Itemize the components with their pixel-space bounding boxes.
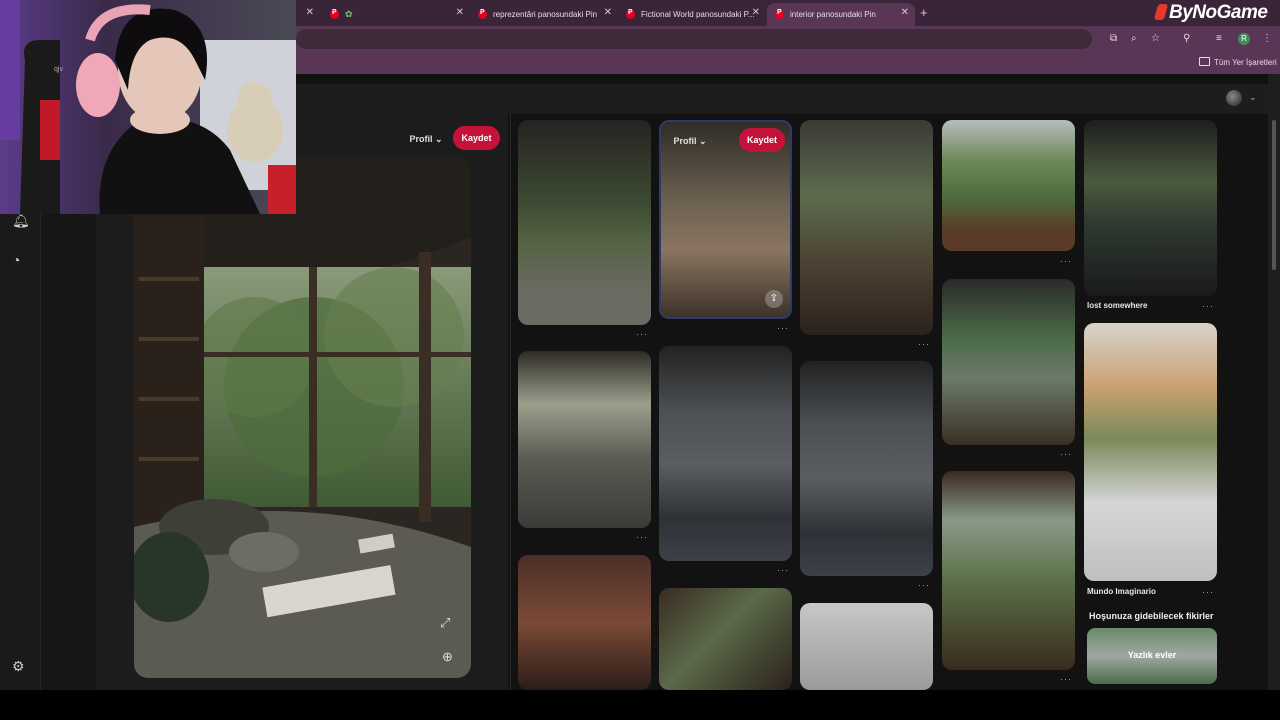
install-app-icon[interactable]: ⧉ xyxy=(1110,33,1117,44)
pin-tile-forest-bedroom[interactable] xyxy=(942,279,1075,445)
close-tab-icon[interactable]: ✕ xyxy=(901,7,909,18)
tab-pinterest-plant[interactable]: ✿ ✕ xyxy=(322,3,470,26)
pin-tile-car-road[interactable] xyxy=(1084,120,1217,296)
letterbox-bar xyxy=(0,690,1280,720)
expand-icon[interactable]: ⤢ xyxy=(440,615,450,631)
idea-card-label: Yazlık evler xyxy=(1127,650,1177,660)
more-options-icon[interactable]: ··· xyxy=(636,329,648,339)
more-options-icon[interactable]: ··· xyxy=(636,532,648,542)
visual-search-icon[interactable]: ⊕ xyxy=(442,649,453,665)
more-options-icon[interactable]: ··· xyxy=(777,323,789,333)
settings-gear-icon[interactable]: ⚙ xyxy=(12,658,25,675)
tab-label: reprezentări panosundaki Pin xyxy=(493,10,598,19)
tab-interior[interactable]: interior panosundaki Pin ✕ xyxy=(767,3,915,26)
folder-icon xyxy=(1199,57,1210,66)
pin-save-button[interactable]: Kaydet xyxy=(453,126,500,150)
pin-tile-lamp-room[interactable] xyxy=(518,555,651,690)
more-options-icon[interactable]: ··· xyxy=(777,565,789,575)
more-options-icon[interactable]: ··· xyxy=(1060,256,1072,266)
pin-tile-treehouse-bed[interactable] xyxy=(518,120,651,325)
share-icon[interactable]: ⇪ xyxy=(765,290,783,308)
scrollbar-thumb[interactable] xyxy=(1272,120,1276,270)
close-tab-icon[interactable]: ✕ xyxy=(306,7,314,18)
bynogame-logo: ByNoGame xyxy=(1153,2,1268,24)
close-tab-icon[interactable]: ✕ xyxy=(752,7,760,18)
more-options-icon[interactable]: ··· xyxy=(1202,301,1214,311)
pin-tile-rainy-city-bed-2[interactable] xyxy=(800,361,933,576)
more-options-icon[interactable]: ··· xyxy=(918,339,930,349)
bookmark-star-icon[interactable]: ☆ xyxy=(1151,33,1160,44)
zoom-icon[interactable]: ⌕ xyxy=(1131,33,1137,44)
plant-icon: ✿ xyxy=(345,9,353,19)
tab-partial[interactable]: ✕ xyxy=(292,3,320,26)
pin-tile-foggy-forest[interactable] xyxy=(800,603,933,690)
tab-label: Fictional World panosundaki P... xyxy=(641,10,755,19)
pin-main-image: ⤢ ⊕ xyxy=(134,157,471,678)
close-tab-icon[interactable]: ✕ xyxy=(604,7,612,18)
webcam-overlay-text: qjv xyxy=(54,66,63,73)
pin-tile-mountain-balcony[interactable] xyxy=(942,471,1075,670)
tile-save-button[interactable]: Kaydet xyxy=(739,128,785,152)
pin-tile-sunrise-bed[interactable] xyxy=(1084,323,1217,581)
pin-caption[interactable]: lost somewhere xyxy=(1087,301,1147,310)
pin-tile-cozy-window-bed[interactable] xyxy=(518,351,651,528)
pin-tile-attic-window[interactable] xyxy=(659,588,792,690)
address-bar[interactable] xyxy=(296,29,1092,49)
bynogame-mark-icon xyxy=(1153,4,1169,20)
pinterest-favicon-icon xyxy=(775,9,784,19)
extensions-icon[interactable]: ⚲ xyxy=(1183,33,1190,44)
pin-caption[interactable]: Mundo Imaginario xyxy=(1087,587,1156,596)
pinterest-favicon-icon xyxy=(478,9,487,19)
tab-reprezentari[interactable]: reprezentări panosundaki Pin ✕ xyxy=(470,3,618,26)
more-options-icon[interactable]: ··· xyxy=(1202,587,1214,597)
pinterest-favicon-icon xyxy=(626,9,635,19)
tab-label: interior panosundaki Pin xyxy=(790,10,876,19)
suggestions-heading: Hoşunuza gidebilecek fikirler xyxy=(1089,611,1214,621)
notifications-bell-icon[interactable]: 🔔︎ xyxy=(12,212,30,229)
pin-profile-dropdown[interactable]: Profil ⌄ xyxy=(404,127,448,151)
more-options-icon[interactable]: ··· xyxy=(1060,674,1072,684)
new-tab-button[interactable]: + xyxy=(920,5,928,20)
tab-fictional-world[interactable]: Fictional World panosundaki P... ✕ xyxy=(618,3,766,26)
browser-menu-icon[interactable]: ⋮ xyxy=(1262,33,1272,44)
panel-divider xyxy=(510,114,511,690)
user-avatar[interactable] xyxy=(1226,90,1242,106)
webcam-overlay: qjv xyxy=(0,0,296,214)
all-bookmarks-button[interactable]: Tüm Yer İşaretleri xyxy=(1199,57,1277,67)
browser-profile-avatar[interactable]: R xyxy=(1238,33,1250,45)
close-tab-icon[interactable]: ✕ xyxy=(456,7,464,18)
pin-tile-skylight-room[interactable] xyxy=(800,120,933,335)
more-options-icon[interactable]: ··· xyxy=(1060,449,1072,459)
pin-tile-rainy-city-bed[interactable] xyxy=(659,346,792,561)
media-controls-icon[interactable]: ≡ xyxy=(1216,33,1222,44)
more-options-icon[interactable]: ··· xyxy=(918,580,930,590)
pinterest-favicon-icon xyxy=(330,9,339,19)
tile-profile-dropdown[interactable]: Profil ⌄ xyxy=(670,129,710,153)
messages-icon[interactable]: ◔ xyxy=(12,252,20,268)
chevron-down-icon[interactable]: ⌄ xyxy=(1249,92,1257,103)
pin-tile-countryside-tea[interactable] xyxy=(942,120,1075,251)
